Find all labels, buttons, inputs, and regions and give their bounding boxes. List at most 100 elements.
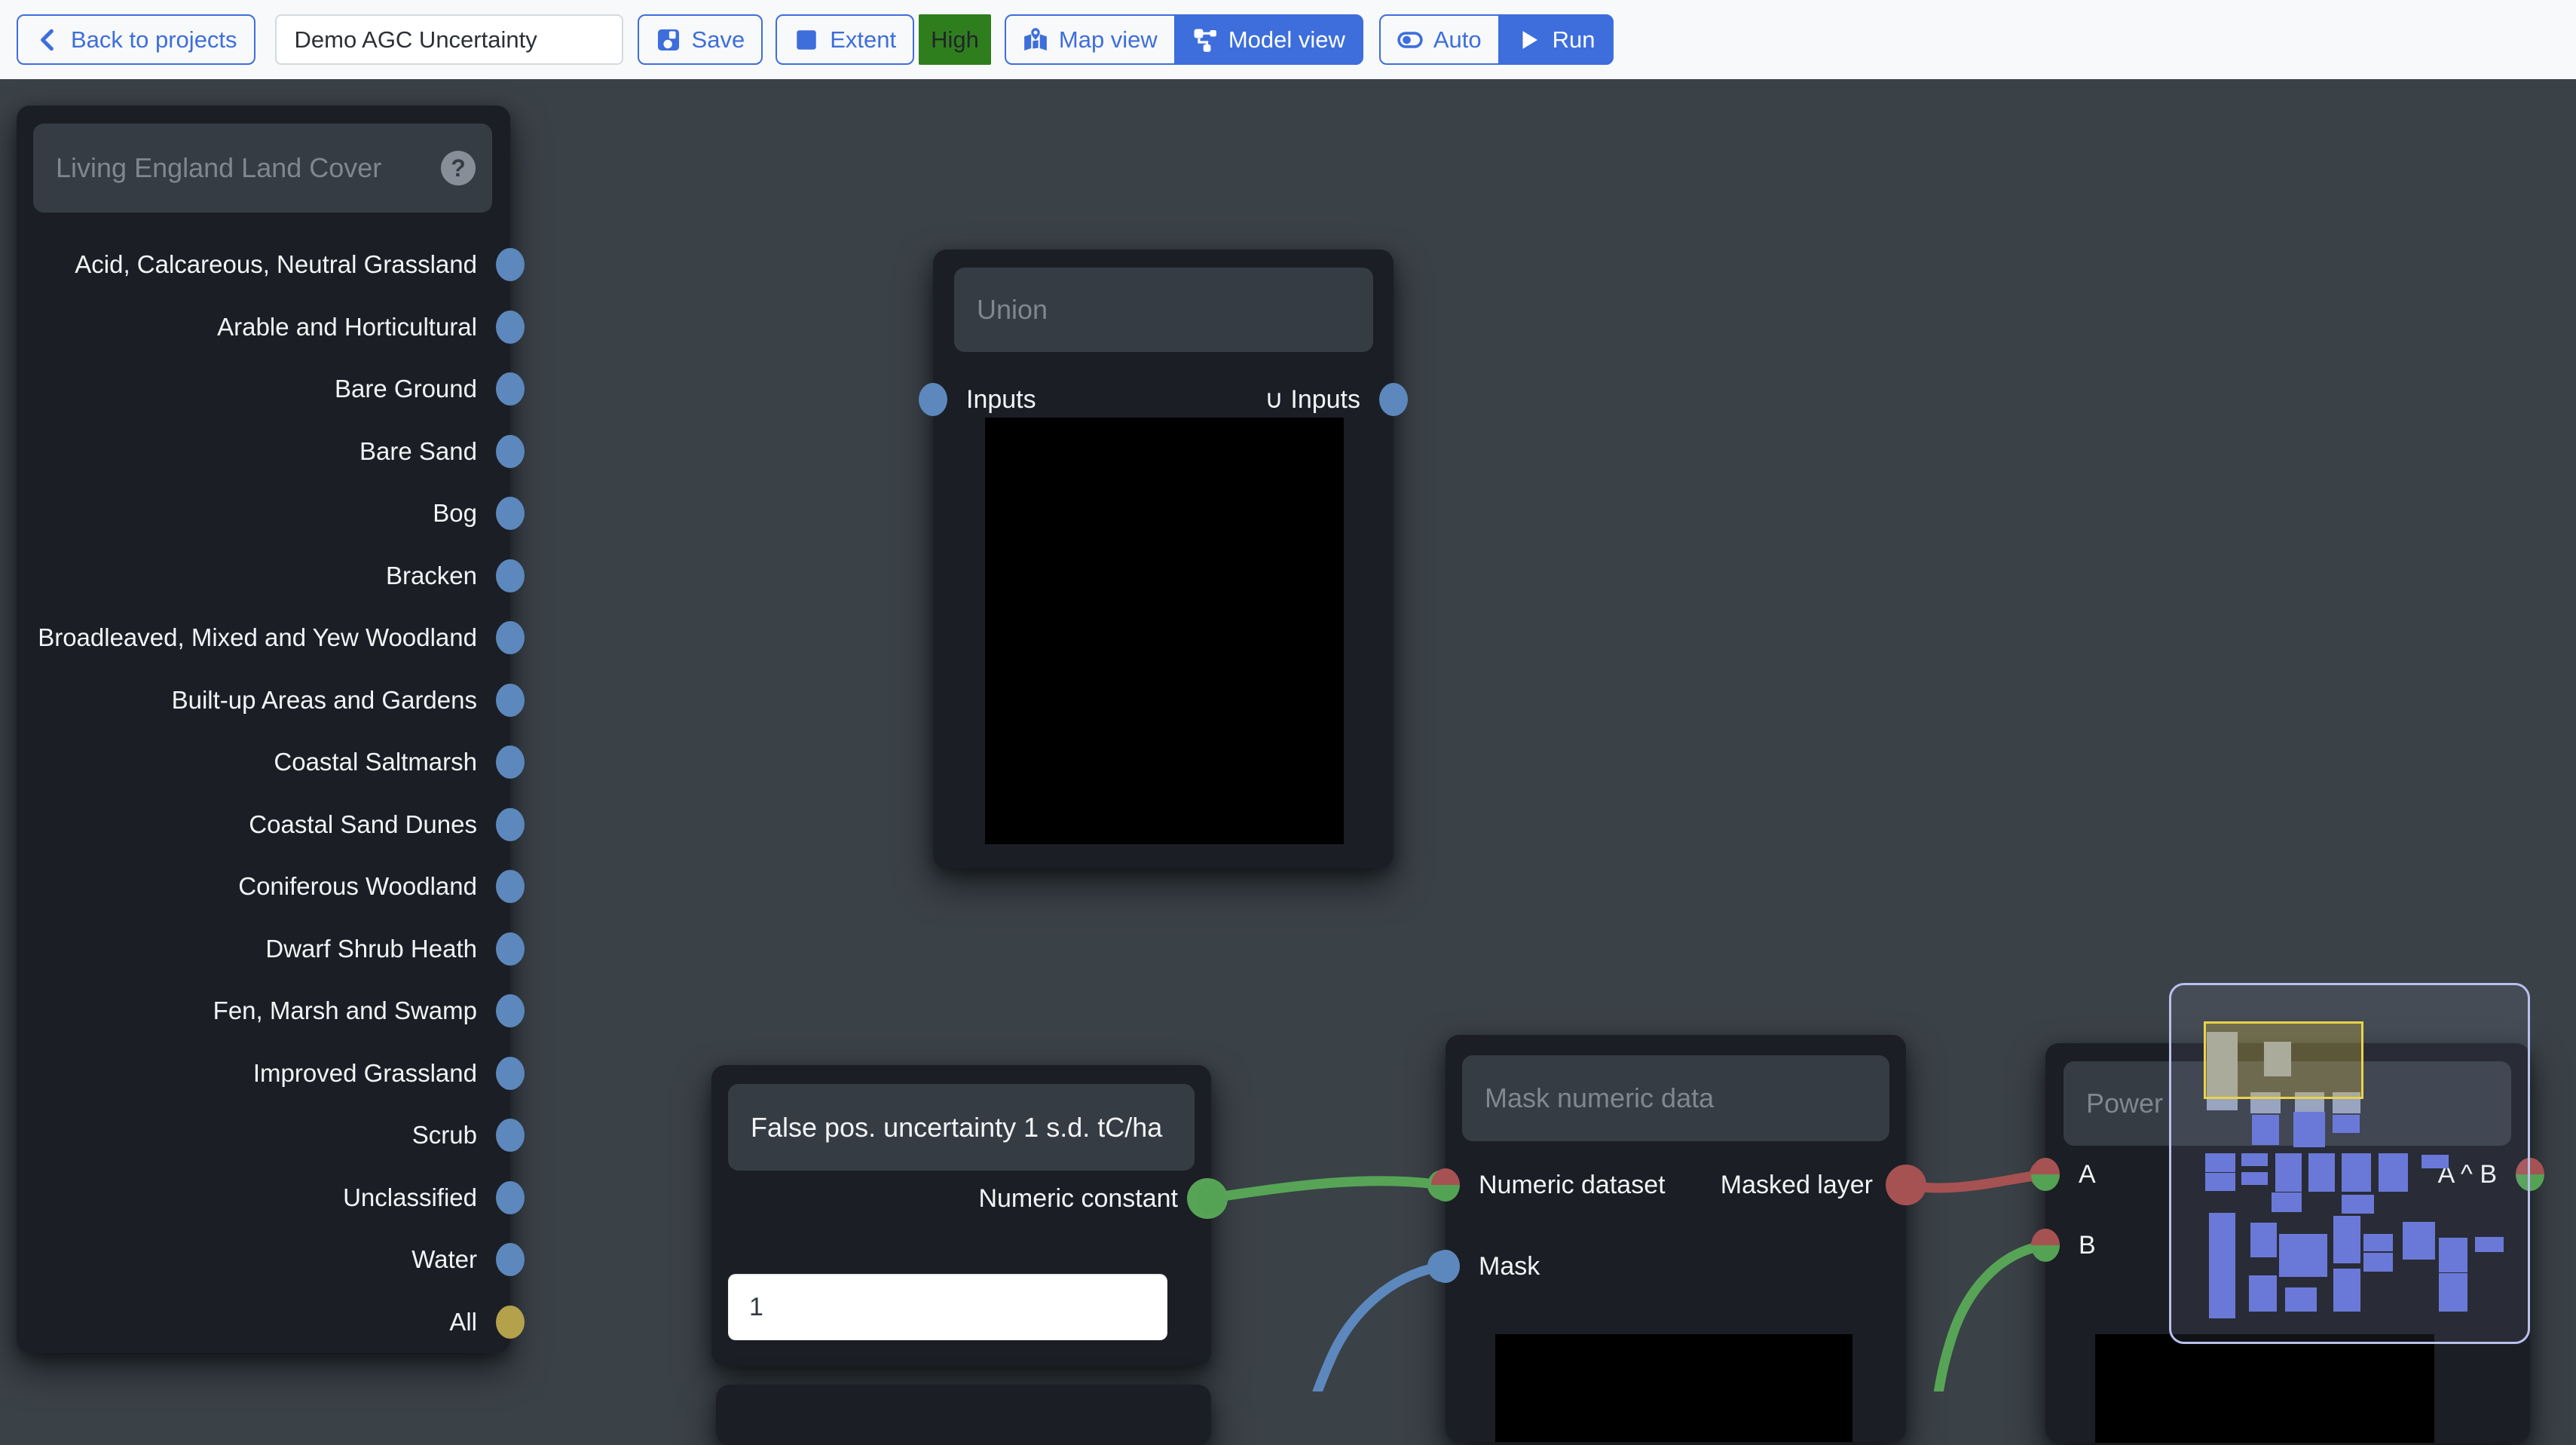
numeric-constant-value-input[interactable]: 1 [728,1274,1167,1340]
power-a-label: A [2079,1160,2096,1189]
node-union[interactable]: Union Inputs ∪ Inputs [933,250,1394,868]
map-view-button[interactable]: Map view [1005,14,1176,65]
model-view-button[interactable]: Model view [1174,14,1363,65]
mask-label: Mask [1479,1252,1540,1281]
minimap[interactable] [2169,983,2530,1344]
help-icon[interactable]: ? [441,151,476,185]
landcover-output-port[interactable] [496,932,525,966]
landcover-output-row: Water [17,1229,510,1291]
project-name-input[interactable]: Demo AGC Uncertainty [275,14,623,65]
chevron-left-icon [35,27,60,53]
minimap-node-rect [2293,1112,2325,1147]
landcover-output-port[interactable] [496,1181,525,1214]
node-living-england-land-cover[interactable]: Living England Land Cover ? Acid, Calcar… [17,106,510,1353]
wire-bottom-to-b[interactable] [1935,1245,2045,1391]
landcover-output-port[interactable] [496,1119,525,1152]
wire-masked-layer-to-a[interactable] [1906,1174,2044,1188]
landcover-output-row: Scrub [17,1104,510,1167]
minimap-node-rect [2475,1237,2504,1252]
mask-name-input[interactable]: Mask numeric data [1462,1055,1889,1141]
mask-port[interactable] [1431,1250,1460,1283]
mask-input-row: Mask [1446,1244,1906,1289]
numeric-constant-value: 1 [749,1293,763,1322]
landcover-output-row: Acid, Calcareous, Neutral Grassland [17,234,510,296]
toolbar: Back to projects Demo AGC Uncertainty Sa… [0,0,2576,79]
numeric-constant-port[interactable] [1197,1182,1225,1215]
union-output-port[interactable] [1379,383,1408,416]
union-name-input[interactable]: Union [954,268,1373,352]
model-view-label: Model view [1228,28,1345,51]
run-label: Run [1553,28,1595,51]
minimap-node-rect [2205,1173,2235,1191]
node-mask-numeric-data[interactable]: Mask numeric data Numeric dataset Masked… [1446,1035,1906,1442]
node-partial-bottom[interactable] [716,1385,1211,1445]
minimap-node-rect [2439,1238,2467,1272]
landcover-output-port[interactable] [496,248,525,281]
power-preview-image [2095,1334,2434,1443]
landcover-output-port[interactable] [496,497,525,530]
wire-numeric-constant-to-numeric-dataset[interactable] [1207,1181,1442,1199]
landcover-output-port[interactable] [496,1057,525,1090]
run-button[interactable]: Run [1498,14,1614,65]
numeric-dataset-port[interactable] [1431,1168,1460,1202]
save-icon [656,27,681,53]
toggle-icon [1397,27,1423,53]
resolution-badge-label: High [931,26,979,54]
landcover-output-label: Scrub [412,1121,477,1150]
minimap-node-rect [2272,1192,2302,1212]
landcover-output-label: All [449,1308,477,1336]
extent-square-icon [794,27,819,53]
falsepos-title: False pos. uncertainty 1 s.d. tC/ha [751,1112,1162,1143]
union-placeholder: Union [977,294,1048,326]
landcover-output-port[interactable] [496,1243,525,1276]
minimap-node-rect [2363,1234,2393,1251]
run-group: Auto Run [1379,14,1614,65]
landcover-output-label: Acid, Calcareous, Neutral Grassland [75,250,477,279]
minimap-node-rect [2275,1153,2302,1192]
landcover-output-port[interactable] [496,994,525,1027]
power-b-port[interactable] [2031,1229,2060,1262]
landcover-output-row: Bracken [17,545,510,608]
minimap-viewport[interactable] [2204,1021,2363,1099]
numeric-constant-label: Numeric constant [978,1184,1178,1214]
save-button[interactable]: Save [638,14,763,65]
minimap-node-rect [2439,1273,2467,1293]
wire-bottom-to-mask[interactable] [1306,1266,1443,1391]
minimap-node-rect [2379,1153,2408,1192]
auto-label: Auto [1433,28,1482,51]
landcover-output-port[interactable] [496,870,525,903]
node-false-pos-uncertainty[interactable]: False pos. uncertainty 1 s.d. tC/ha Nume… [711,1065,1211,1366]
minimap-node-rect [2279,1234,2327,1277]
landcover-output-row: Fen, Marsh and Swamp [17,980,510,1042]
masked-layer-port[interactable] [1892,1168,1920,1202]
landcover-output-port[interactable] [496,311,525,344]
landcover-output-label: Bracken [386,562,477,590]
model-diagram-icon [1192,27,1218,53]
landcover-output-row: Unclassified [17,1167,510,1229]
mask-placeholder: Mask numeric data [1485,1082,1714,1114]
landcover-output-port[interactable] [496,684,525,717]
minimap-node-rect [2333,1216,2360,1263]
landcover-output-row: Coniferous Woodland [17,856,510,918]
landcover-output-port[interactable] [496,621,525,654]
landcover-output-label: Water [411,1245,477,1274]
landcover-placeholder: Living England Land Cover [56,152,381,184]
falsepos-name-input[interactable]: False pos. uncertainty 1 s.d. tC/ha [728,1084,1195,1171]
landcover-output-port[interactable] [496,1306,525,1339]
union-inputs-port[interactable] [919,383,947,416]
minimap-node-rect [2252,1115,2279,1145]
landcover-name-input[interactable]: Living England Land Cover ? [33,124,492,213]
landcover-output-port[interactable] [496,435,525,468]
auto-toggle-button[interactable]: Auto [1379,14,1500,65]
landcover-output-row: Coastal Sand Dunes [17,794,510,856]
landcover-output-port[interactable] [496,745,525,779]
power-placeholder: Power [2086,1088,2163,1119]
map-view-label: Map view [1059,28,1158,51]
union-preview-image [985,418,1344,844]
power-a-port[interactable] [2031,1158,2060,1191]
back-to-projects-button[interactable]: Back to projects [17,14,255,65]
extent-button[interactable]: Extent [776,14,914,65]
landcover-output-port[interactable] [496,808,525,841]
landcover-output-port[interactable] [496,559,525,592]
landcover-output-port[interactable] [496,372,525,406]
